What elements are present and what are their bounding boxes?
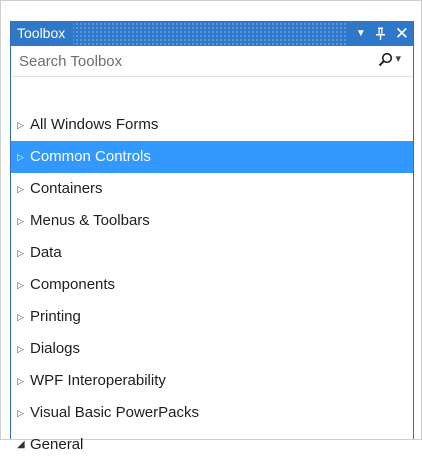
- toolbox-titlebar[interactable]: Toolbox ▼ ✕: [11, 21, 413, 46]
- collapsed-triangle-icon[interactable]: ▷: [17, 301, 30, 333]
- search-options-dropdown-icon: ▾: [395, 53, 401, 65]
- expanded-triangle-icon[interactable]: ◢: [17, 429, 30, 461]
- collapsed-triangle-icon[interactable]: ▷: [17, 141, 30, 173]
- collapsed-triangle-icon[interactable]: ▷: [17, 237, 30, 269]
- title-wrap: Toolbox: [11, 21, 74, 46]
- collapsed-triangle-icon[interactable]: ▷: [17, 109, 30, 141]
- collapsed-triangle-icon[interactable]: ▷: [17, 333, 30, 365]
- pin-icon: [375, 27, 385, 40]
- toolbox-tab-item[interactable]: ▷ Common Controls: [11, 141, 413, 173]
- toolbox-tab-item[interactable]: ▷ Components: [11, 269, 413, 301]
- toolbox-tab-label: Common Controls: [30, 148, 151, 165]
- toolbox-tab-item[interactable]: ▷ All Windows Forms: [11, 109, 413, 141]
- toolbox-tab-label: Dialogs: [30, 340, 81, 357]
- toolbox-tree: ▷ All Windows Forms ▷ Common Controls ▷ Conta…: [11, 109, 413, 461]
- toolbox-title: Toolbox: [17, 25, 66, 41]
- toolbox-tab-item[interactable]: ◢ General: [11, 429, 413, 461]
- collapsed-triangle-icon[interactable]: ▷: [17, 205, 30, 237]
- toolbox-tab-item[interactable]: ▷ Data: [11, 237, 413, 269]
- collapsed-triangle-icon[interactable]: ▷: [17, 365, 30, 397]
- toolbox-tab-item[interactable]: ▷ Visual Basic PowerPacks: [11, 397, 413, 429]
- window-position-menu-button[interactable]: ▼: [356, 21, 366, 46]
- toolbox-tab-item[interactable]: ▷ WPF Interoperability: [11, 365, 413, 397]
- collapsed-triangle-icon[interactable]: ▷: [17, 173, 30, 205]
- toolbox-tab-label: Components: [30, 276, 116, 293]
- toolbox-tab-label: Visual Basic PowerPacks: [30, 404, 199, 421]
- toolbox-tab-item[interactable]: ▷ Printing: [11, 301, 413, 333]
- toolbox-tab-label: Data: [30, 244, 62, 261]
- toolbox-tab-label: General: [30, 436, 84, 453]
- toolbox-tab-label: Containers: [30, 180, 103, 197]
- toolbox-tab-item[interactable]: ▷ Menus & Toolbars: [11, 205, 413, 237]
- window-frame: Toolbox ▼ ✕ Search Toolbox ▾ ▷ All Windo…: [0, 0, 422, 453]
- search-input[interactable]: [11, 46, 359, 76]
- toolbox-tab-label: All Windows Forms: [30, 116, 159, 133]
- search-icon: [379, 52, 393, 67]
- collapsed-triangle-icon[interactable]: ▷: [17, 397, 30, 429]
- collapsed-triangle-icon[interactable]: ▷: [17, 269, 30, 301]
- toolbox-tab-item[interactable]: ▷ Dialogs: [11, 333, 413, 365]
- toolbox-tab-label: Menus & Toolbars: [30, 212, 150, 229]
- toolbox-tab-label: WPF Interoperability: [30, 372, 166, 389]
- search-button[interactable]: ▾: [378, 52, 401, 67]
- titlebar-buttons: ▼ ✕: [347, 21, 413, 46]
- toolbox-panel: Toolbox ▼ ✕ Search Toolbox ▾ ▷ All Windo…: [10, 21, 414, 453]
- toolbox-tab-item[interactable]: ▷ Containers: [11, 173, 413, 205]
- search-box[interactable]: ▾: [11, 46, 413, 77]
- close-button[interactable]: ✕: [395, 21, 409, 46]
- pin-button[interactable]: [375, 27, 386, 40]
- toolbox-tab-label: Printing: [30, 308, 81, 325]
